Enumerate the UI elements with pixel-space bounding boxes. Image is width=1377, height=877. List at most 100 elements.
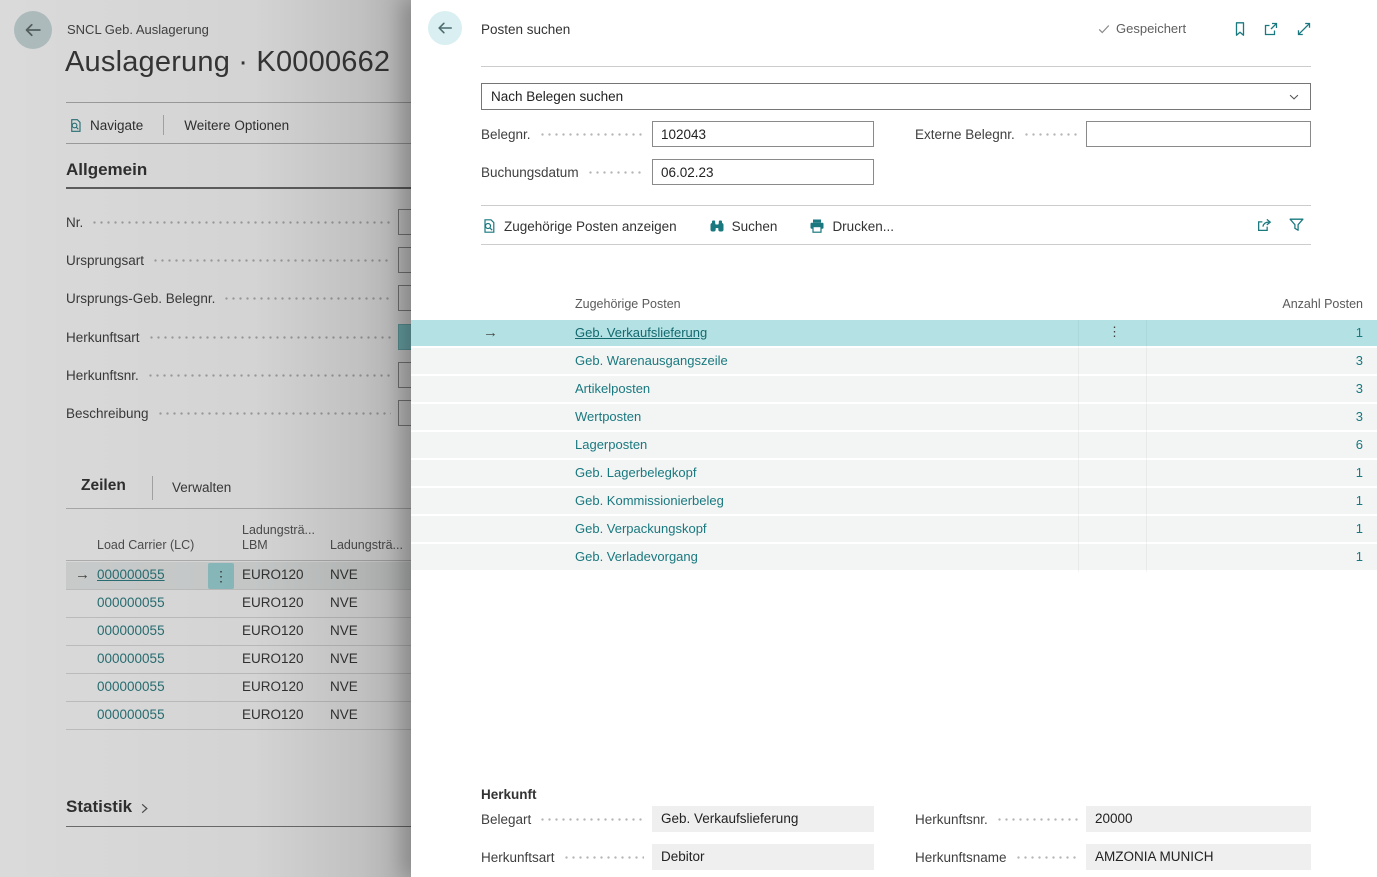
table-row[interactable]: Geb. Kommissionierbeleg 1 [411, 488, 1377, 514]
show-related-label: Zugehörige Posten anzeigen [504, 219, 677, 234]
externe-belegnr-label: Externe Belegnr. [915, 127, 1015, 142]
dotted-leader [152, 257, 391, 264]
related-entry-link[interactable]: Geb. Kommissionierbeleg [575, 493, 724, 508]
search-button[interactable]: Suchen [709, 218, 778, 234]
row-options-icon[interactable]: ⋮ [1108, 324, 1121, 340]
divider [481, 66, 1311, 67]
table-row[interactable]: Geb. Verpackungskopf 1 [411, 516, 1377, 542]
nr-field[interactable] [398, 209, 411, 235]
related-entry-link[interactable]: Artikelposten [575, 381, 650, 396]
table-row[interactable]: 000000055 EURO120 NVE [66, 674, 411, 702]
typ-cell: NVE [330, 651, 358, 666]
herkunftsart-value[interactable]: Debitor [652, 844, 874, 870]
table-row[interactable]: 000000055 EURO120 NVE [66, 702, 411, 730]
back-arrow-icon [23, 20, 43, 40]
beschreibung-field[interactable] [398, 400, 411, 426]
table-row[interactable]: 000000055 EURO120 NVE [66, 590, 411, 618]
field-row-herkunftsnr: Herkunftsnr. [66, 362, 411, 388]
divider [66, 560, 411, 561]
related-entry-link[interactable]: Geb. Lagerbelegkopf [575, 465, 696, 480]
back-button[interactable] [14, 11, 52, 49]
typ-cell: NVE [330, 623, 358, 638]
column-header-related-entries[interactable]: Zugehörige Posten [575, 297, 681, 311]
lbm-cell: EURO120 [242, 651, 304, 666]
section-allgemein[interactable]: Allgemein [66, 160, 147, 180]
table-row[interactable]: Geb. Lagerbelegkopf 1 [411, 460, 1377, 486]
related-entry-link[interactable]: Geb. Verkaufslieferung [575, 325, 707, 340]
herkunftsnr-label: Herkunftsnr. [915, 812, 988, 827]
binoculars-icon [709, 218, 725, 234]
column-header-lbm-line1[interactable]: Ladungsträ... [242, 523, 315, 537]
related-entry-link[interactable]: Wertposten [575, 409, 641, 424]
table-row[interactable]: 000000055 EURO120 NVE [66, 646, 411, 674]
chevron-down-icon [1287, 90, 1301, 104]
related-entry-link[interactable]: Lagerposten [575, 437, 647, 452]
lbm-cell: EURO120 [242, 595, 304, 610]
current-row-arrow-icon: → [75, 566, 90, 583]
table-row[interactable]: → Geb. Verkaufslieferung ⋮ 1 [411, 320, 1377, 346]
tab-verwalten[interactable]: Verwalten [172, 480, 231, 495]
herkunftsnr-value[interactable]: 20000 [1086, 806, 1311, 832]
herkunftsname-value[interactable]: AMZONIA MUNICH [1086, 844, 1311, 870]
more-options-label: Weitere Optionen [184, 118, 289, 133]
posten-suchen-dialog: Posten suchen Gespeichert Nach Belegen s… [411, 0, 1377, 877]
herkunftsart-field[interactable] [398, 324, 411, 350]
table-row[interactable]: Artikelposten 3 [411, 376, 1377, 402]
page-toolbar: Navigate Weitere Optionen [68, 112, 289, 138]
ursprungs-geb-belegnr-field[interactable] [398, 285, 411, 311]
field-row-beschreibung: Beschreibung [66, 400, 411, 426]
table-row[interactable]: Wertposten 3 [411, 404, 1377, 430]
table-row[interactable]: → 000000055 ⋮ EURO120 NVE [66, 562, 411, 590]
column-header-load-carrier[interactable]: Load Carrier (LC) [97, 538, 194, 552]
dotted-leader [587, 169, 644, 176]
externe-belegnr-input[interactable] [1086, 121, 1311, 147]
dotted-leader [223, 295, 391, 302]
herkunftsnr-field[interactable] [398, 362, 411, 388]
ursprungsart-field[interactable] [398, 247, 411, 273]
herkunftsname-label: Herkunftsname [915, 850, 1007, 865]
checkmark-icon [1097, 22, 1111, 36]
table-row[interactable]: 000000055 EURO120 NVE [66, 618, 411, 646]
share-icon[interactable] [1256, 216, 1274, 234]
filter-icon[interactable] [1288, 216, 1306, 234]
expand-icon[interactable] [1295, 20, 1313, 38]
related-entry-link[interactable]: Geb. Verladevorgang [575, 549, 698, 564]
buchungsdatum-input[interactable] [652, 159, 874, 185]
related-entries-table: Zugehörige Posten Anzahl Posten → Geb. V… [411, 289, 1377, 572]
column-header-count[interactable]: Anzahl Posten [1282, 297, 1363, 311]
bookmark-icon[interactable] [1231, 20, 1249, 38]
load-carrier-link[interactable]: 000000055 [97, 679, 165, 694]
load-carrier-link[interactable]: 000000055 [97, 595, 165, 610]
column-header-typ[interactable]: Ladungsträ... [330, 538, 403, 552]
section-statistik[interactable]: Statistik [66, 797, 151, 817]
table-row[interactable]: Geb. Verladevorgang 1 [411, 544, 1377, 570]
show-related-entries-button[interactable]: Zugehörige Posten anzeigen [481, 218, 677, 234]
dialog-back-button[interactable] [428, 11, 462, 45]
divider [66, 508, 411, 509]
print-button[interactable]: Drucken... [809, 218, 894, 234]
search-label: Suchen [732, 219, 778, 234]
load-carrier-link[interactable]: 000000055 [97, 651, 165, 666]
page-title: Auslagerung · K0000662 [65, 46, 390, 79]
load-carrier-link[interactable]: 000000055 [97, 707, 165, 722]
dotted-leader [563, 854, 644, 861]
related-entry-link[interactable]: Geb. Warenausgangszeile [575, 353, 728, 368]
entry-count: 1 [1356, 549, 1363, 564]
related-entry-link[interactable]: Geb. Verpackungskopf [575, 521, 707, 536]
tab-zeilen[interactable]: Zeilen [81, 477, 126, 495]
more-options-button[interactable]: Weitere Optionen [184, 118, 289, 133]
belegart-row: Belegart Geb. Verkaufslieferung [481, 806, 874, 832]
column-header-lbm-line2[interactable]: LBM [242, 538, 268, 552]
belegnr-input[interactable] [652, 121, 874, 147]
load-carrier-link[interactable]: 000000055 [97, 567, 165, 582]
field-row-ursprungsart: Ursprungsart [66, 247, 411, 273]
table-row[interactable]: Geb. Warenausgangszeile 3 [411, 348, 1377, 374]
table-row[interactable]: Lagerposten 6 [411, 432, 1377, 458]
search-type-select[interactable]: Nach Belegen suchen [481, 83, 1311, 110]
open-in-window-icon[interactable] [1262, 20, 1280, 38]
load-carrier-link[interactable]: 000000055 [97, 623, 165, 638]
field-label-herkunftsart: Herkunftsart [66, 330, 140, 345]
row-options-icon[interactable]: ⋮ [208, 563, 234, 589]
belegart-value[interactable]: Geb. Verkaufslieferung [652, 806, 874, 832]
navigate-button[interactable]: Navigate [68, 118, 143, 133]
